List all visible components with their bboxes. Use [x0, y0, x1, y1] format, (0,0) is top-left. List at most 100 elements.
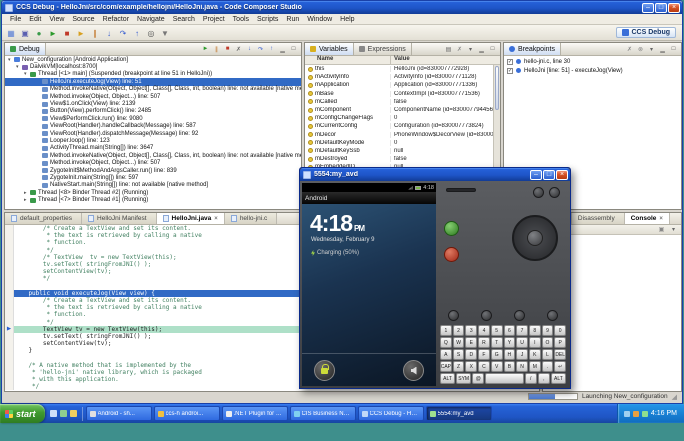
search-icon[interactable]: ◎ [145, 27, 157, 39]
view-menu-icon[interactable]: ▾ [669, 226, 678, 233]
emu-key[interactable]: T [490, 337, 503, 348]
emu-key[interactable]: V [490, 361, 503, 372]
stack-frame-row[interactable]: ViewRoot(Handler).handleCallback(Message… [5, 123, 301, 130]
variables-view-tab[interactable]: Variables [305, 43, 354, 55]
stack-frame-row[interactable]: ZygoteInit.main(String[]) line: 597 [5, 174, 301, 181]
taskbar-task[interactable]: CCS Debug - Hello... [357, 406, 424, 421]
end-call-button[interactable] [444, 247, 459, 262]
editor-gutter-marker[interactable] [5, 304, 14, 312]
emu-key[interactable]: G [490, 349, 503, 360]
emu-key[interactable]: 7 [516, 325, 528, 336]
variable-row[interactable]: mActivityInfo ActivityInfo (id=830007771… [305, 73, 493, 81]
menu-item[interactable]: Project [199, 16, 229, 23]
step-return-icon[interactable]: ↑ [131, 27, 143, 39]
home-button[interactable] [448, 310, 459, 321]
editor-gutter-marker[interactable] [5, 289, 14, 297]
variable-row[interactable]: mDefaultKeyMode 0 [305, 139, 493, 147]
emu-key[interactable]: R [478, 337, 490, 348]
emu-key[interactable]: C [478, 361, 490, 372]
close-icon[interactable]: × [214, 216, 218, 222]
emu-key[interactable]: ALT [550, 373, 566, 384]
maximize-button[interactable]: □ [655, 2, 667, 13]
emu-key[interactable]: E [465, 337, 478, 348]
emu-key[interactable]: D [465, 349, 478, 360]
stack-frame-row[interactable]: Method.invokeNative(Object, Object[], Cl… [5, 86, 301, 93]
console-area-tab[interactable]: Disassembly [571, 213, 625, 224]
minimize-view-icon[interactable]: ▁ [477, 46, 486, 53]
emu-key[interactable]: H [503, 349, 516, 360]
variable-row[interactable]: mComponent ComponentName (id=83000779445… [305, 106, 493, 114]
emu-key[interactable]: U [516, 337, 528, 348]
editor-gutter-marker[interactable] [5, 260, 14, 269]
emu-key[interactable]: 3 [465, 325, 478, 336]
emu-key[interactable]: 8 [528, 325, 541, 336]
editor-tab[interactable]: HelloJni.java × [156, 213, 225, 224]
menu-item[interactable]: Refactor [99, 16, 133, 23]
step-over-icon[interactable]: ↷ [117, 27, 129, 39]
minimize-view-icon[interactable]: ▁ [278, 46, 287, 53]
variable-row[interactable]: mCurrentConfig Configuration (id=8300077… [305, 122, 493, 130]
minimize-button[interactable]: – [530, 169, 542, 180]
view-menu-icon[interactable]: ▾ [466, 46, 475, 53]
breakpoint-row[interactable]: ✓ hello-jni.c, line 30 [504, 57, 681, 66]
emu-key[interactable]: 5 [490, 325, 503, 336]
emu-key[interactable]: 2 [452, 325, 465, 336]
sound-slider[interactable] [403, 360, 424, 381]
editor-gutter-marker[interactable] [5, 361, 14, 369]
editor-gutter-marker[interactable] [5, 225, 14, 233]
editor-gutter-marker[interactable] [5, 354, 14, 362]
start-button[interactable]: start [0, 404, 45, 423]
emu-key[interactable]: SYM [456, 373, 472, 384]
volume-down-button[interactable] [549, 187, 560, 198]
editor-tab[interactable]: HelloJni Manifest [82, 213, 157, 224]
menu-item[interactable]: Tools [229, 16, 253, 23]
stack-frame-row[interactable]: Button(View).performClick() line: 2485 [5, 108, 301, 115]
emu-key[interactable]: 4 [478, 325, 490, 336]
emu-key[interactable]: O [541, 337, 554, 348]
stack-frame-row[interactable]: ▾ Thread [<1> main] (Suspended (breakpoi… [5, 71, 301, 78]
emu-key[interactable]: J [516, 349, 528, 360]
editor-gutter-marker[interactable] [5, 383, 14, 391]
collapse-all-icon[interactable]: ✗ [455, 46, 464, 53]
variable-row[interactable]: mDecor PhoneWindow$DecorView (id=8300077… [305, 131, 493, 139]
close-icon[interactable]: × [659, 216, 663, 222]
menu-button[interactable] [481, 310, 492, 321]
debug-icon[interactable]: ● [33, 27, 45, 39]
taskbar-task[interactable]: .NET Plugin for Ecli... [221, 406, 288, 421]
taskbar-task[interactable]: ccs-h androi... [153, 406, 220, 421]
emu-key[interactable]: Z [452, 361, 465, 372]
emu-key[interactable]: / [524, 373, 537, 384]
stack-frame-row[interactable]: ▸ Thread [<8> Binder Thread #2] (Running… [5, 189, 301, 196]
menu-item[interactable]: Source [68, 16, 98, 23]
variable-row[interactable]: mConfigChangeFlags 0 [305, 114, 493, 122]
editor-gutter-marker[interactable] [5, 246, 14, 254]
emu-key[interactable]: P [554, 337, 567, 348]
disconnect-icon[interactable]: ✗ [234, 46, 243, 53]
emu-key[interactable]: I [528, 337, 541, 348]
remove-icon[interactable]: ✗ [625, 46, 634, 53]
breakpoint-row[interactable]: ✓ HelloJni [line: 51] - executeJog(View) [504, 66, 681, 75]
stack-frame-row[interactable]: Method.invoke(Object, Object...) line: 5… [5, 93, 301, 100]
stack-frame-row[interactable]: ▾ New_configuration [Android Application… [5, 56, 301, 63]
menu-item[interactable]: Scripts [253, 16, 282, 23]
run-icon[interactable]: ► [47, 27, 59, 39]
maximize-button[interactable]: □ [543, 169, 555, 180]
editor-gutter-marker[interactable] [5, 368, 14, 376]
tab-breakpoints[interactable]: Breakpoints [504, 43, 561, 55]
emu-key[interactable]: X [465, 361, 478, 372]
dpad[interactable] [512, 215, 558, 261]
emu-key[interactable]: @ [472, 373, 485, 384]
editor-gutter-marker[interactable] [5, 332, 14, 340]
emu-key[interactable]: L [541, 349, 554, 360]
emu-key[interactable]: 0 [554, 325, 567, 336]
minimize-button[interactable]: – [642, 2, 654, 13]
emu-key[interactable]: K [528, 349, 541, 360]
menu-item[interactable]: File [6, 16, 25, 23]
stack-frame-row[interactable]: Method.invoke(Object, Object...) line: 5… [5, 159, 301, 166]
emu-key[interactable]: S [452, 349, 465, 360]
menu-item[interactable]: Edit [25, 16, 45, 23]
stack-frame-row[interactable]: ActivityThread.main(String[]) line: 3647 [5, 145, 301, 152]
maximize-view-icon[interactable]: □ [488, 46, 497, 52]
emu-key[interactable]: , [537, 373, 550, 384]
step-return-icon[interactable]: ↑ [267, 46, 276, 52]
